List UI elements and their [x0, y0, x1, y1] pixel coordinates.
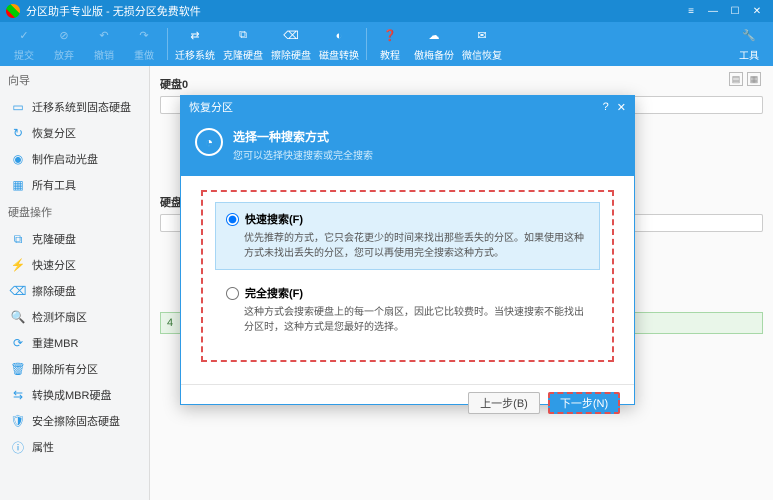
- book-icon: ❓: [381, 27, 399, 45]
- dialog-subheading: 您可以选择快速搜索或完全搜索: [233, 147, 373, 162]
- view-list-icon[interactable]: ▤: [729, 72, 743, 86]
- toolbar: ✓提交 ⊘放弃 ↶撤销 ↷重做 ⇄迁移系统 ⧉克隆硬盘 ⌫擦除硬盘 ◐磁盘转换 …: [0, 22, 773, 66]
- option-full-search[interactable]: 完全搜索(F) 这种方式会搜索硬盘上的每一个扇区，因此它比较费时。当快速搜索不能…: [215, 276, 600, 344]
- dialog-heading: 选择一种搜索方式: [233, 128, 373, 145]
- recover-icon: ↻: [10, 125, 26, 141]
- sidebar-item-bootcd[interactable]: ◉制作启动光盘: [0, 146, 149, 172]
- wechat-icon: ✉: [473, 27, 491, 45]
- full-search-desc: 这种方式会搜索硬盘上的每一个扇区，因此它比较费时。当快速搜索不能找出分区时，这种…: [244, 305, 589, 335]
- sidebar: 向导 ▭迁移系统到固态硬盘 ↻恢复分区 ◉制作启动光盘 ▦所有工具 硬盘操作 ⧉…: [0, 66, 150, 500]
- quick-search-radio[interactable]: [226, 213, 239, 226]
- back-button[interactable]: 上一步(B): [468, 392, 540, 414]
- swap-icon: ⇆: [10, 387, 26, 403]
- titlebar: 分区助手专业版 - 无损分区免费软件 ≡ — ☐ ✕: [0, 0, 773, 22]
- recover-partition-dialog: 恢复分区 ? ✕ ◔ 选择一种搜索方式 您可以选择快速搜索或完全搜索 快速搜索(F…: [180, 95, 635, 405]
- redo-button[interactable]: ↷重做: [124, 24, 164, 64]
- check-circle-icon: ✓: [15, 27, 33, 45]
- redo-icon: ↷: [135, 27, 153, 45]
- dialog-titlebar: 恢复分区 ? ✕: [181, 96, 634, 118]
- next-button[interactable]: 下一步(N): [548, 392, 620, 414]
- dialog-header: ◔ 选择一种搜索方式 您可以选择快速搜索或完全搜索: [181, 118, 634, 176]
- disk-convert-button[interactable]: ◐磁盘转换: [315, 24, 363, 64]
- sidebar-item-wipe[interactable]: ⌫擦除硬盘: [0, 278, 149, 304]
- quick-search-desc: 优先推荐的方式，它只会花更少的时间来找出那些丢失的分区。如果使用这种方式未找出丢…: [244, 231, 589, 261]
- dialog-title: 恢复分区: [189, 99, 233, 115]
- undo-icon: ↶: [95, 27, 113, 45]
- option-quick-search[interactable]: 快速搜索(F) 优先推荐的方式，它只会花更少的时间来找出那些丢失的分区。如果使用…: [215, 202, 600, 270]
- app-title: 分区助手专业版 - 无损分区免费软件: [26, 3, 201, 19]
- maximize-icon[interactable]: ☐: [725, 3, 745, 19]
- trash-icon: 🗑: [10, 361, 26, 377]
- minimize-icon[interactable]: —: [703, 3, 723, 19]
- cloud-down-icon: ☁: [425, 27, 443, 45]
- bolt-icon: ⚡: [10, 257, 26, 273]
- cancel-circle-icon: ⊘: [55, 27, 73, 45]
- close-icon[interactable]: ✕: [747, 3, 767, 19]
- search-mode-icon: ◔: [195, 128, 223, 156]
- clone-icon: ⧉: [234, 27, 252, 45]
- migrate-os-button[interactable]: ⇄迁移系统: [171, 24, 219, 64]
- disk0-label: 硬盘0: [160, 76, 763, 92]
- copy-icon: ⧉: [10, 231, 26, 247]
- tools-button[interactable]: 🔧工具: [729, 24, 769, 64]
- wechat-recover-button[interactable]: ✉微信恢复: [458, 24, 506, 64]
- wipe-icon: ⌫: [282, 27, 300, 45]
- sidebar-category-wizard: 向导: [0, 66, 149, 94]
- commit-button[interactable]: ✓提交: [4, 24, 44, 64]
- scan-icon: 🔍: [10, 309, 26, 325]
- clone-disk-button[interactable]: ⧉克隆硬盘: [219, 24, 267, 64]
- options-highlight-box: 快速搜索(F) 优先推荐的方式，它只会花更少的时间来找出那些丢失的分区。如果使用…: [201, 190, 614, 362]
- sidebar-category-disk: 硬盘操作: [0, 198, 149, 226]
- sidebar-item-recover[interactable]: ↻恢复分区: [0, 120, 149, 146]
- refresh-icon: ⟳: [10, 335, 26, 351]
- view-grid-icon[interactable]: ▦: [747, 72, 761, 86]
- wipe-disk-button[interactable]: ⌫擦除硬盘: [267, 24, 315, 64]
- convert-icon: ◐: [330, 27, 348, 45]
- backup-button[interactable]: ☁傲梅备份: [410, 24, 458, 64]
- sidebar-item-secureerase[interactable]: 🛡安全擦除固态硬盘: [0, 408, 149, 434]
- discard-button[interactable]: ⊘放弃: [44, 24, 84, 64]
- sidebar-item-badsector[interactable]: 🔍检测坏扇区: [0, 304, 149, 330]
- sidebar-item-clone[interactable]: ⧉克隆硬盘: [0, 226, 149, 252]
- sidebar-item-deleteall[interactable]: 🗑删除所有分区: [0, 356, 149, 382]
- app-logo-icon: [6, 4, 20, 18]
- dialog-help-icon[interactable]: ?: [603, 101, 609, 114]
- sidebar-item-props[interactable]: ⓘ属性: [0, 434, 149, 460]
- ssd-icon: ▭: [10, 99, 26, 115]
- settings-icon[interactable]: ≡: [681, 3, 701, 19]
- sidebar-item-alltools[interactable]: ▦所有工具: [0, 172, 149, 198]
- disc-icon: ◉: [10, 151, 26, 167]
- tutorial-button[interactable]: ❓教程: [370, 24, 410, 64]
- sidebar-item-rebuildmbr[interactable]: ⟳重建MBR: [0, 330, 149, 356]
- grid-icon: ▦: [10, 177, 26, 193]
- info-icon: ⓘ: [10, 439, 26, 455]
- sidebar-item-migrate[interactable]: ▭迁移系统到固态硬盘: [0, 94, 149, 120]
- sidebar-item-quickpart[interactable]: ⚡快速分区: [0, 252, 149, 278]
- sidebar-item-convertmbr[interactable]: ⇆转换成MBR硬盘: [0, 382, 149, 408]
- dialog-close-icon[interactable]: ✕: [617, 101, 626, 114]
- shield-icon: 🛡: [10, 413, 26, 429]
- migrate-icon: ⇄: [186, 27, 204, 45]
- wrench-icon: 🔧: [740, 27, 758, 45]
- eraser-icon: ⌫: [10, 283, 26, 299]
- full-search-radio[interactable]: [226, 287, 239, 300]
- undo-button[interactable]: ↶撤销: [84, 24, 124, 64]
